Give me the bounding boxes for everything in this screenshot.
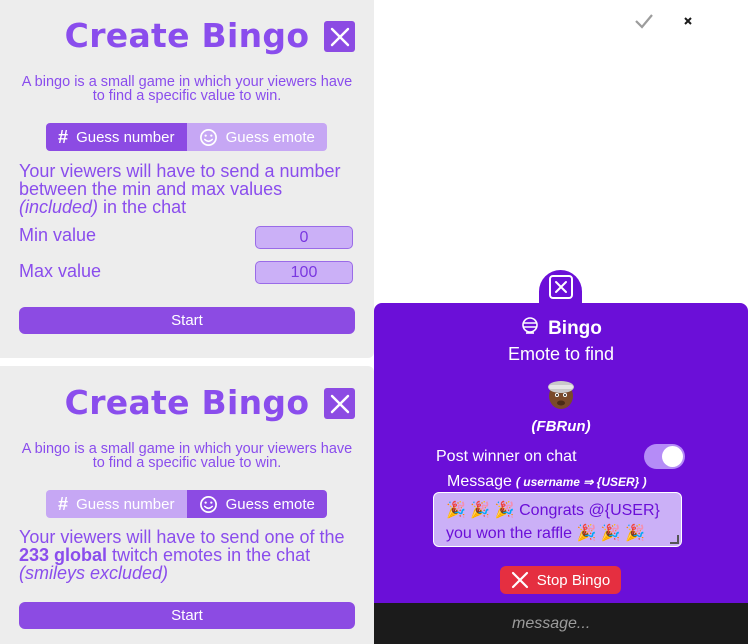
toggle-knob <box>662 446 683 467</box>
mode-tabs: # Guess number Guess emote <box>46 490 327 518</box>
party-emotes: 🎉 🎉 🎉 <box>446 502 520 519</box>
tab-guess-number[interactable]: # Guess number <box>46 490 187 518</box>
stop-bingo-button[interactable]: Stop Bingo <box>500 566 621 594</box>
tab-label: Guess emote <box>225 495 315 513</box>
close-icon <box>511 571 528 589</box>
min-value-label: Min value <box>19 225 97 245</box>
widget-subtitle: Emote to find <box>507 344 615 364</box>
min-value-input[interactable] <box>255 226 353 249</box>
smiley-icon <box>199 128 218 147</box>
chat-message-input[interactable] <box>510 612 634 636</box>
message-textarea[interactable]: 🎉 🎉 🎉 Congrats @{USER} you won the raffl… <box>433 492 682 547</box>
start-button[interactable]: Start <box>19 602 355 629</box>
tab-guess-number[interactable]: # Guess number <box>46 123 187 151</box>
widget-close-button[interactable] <box>548 275 573 299</box>
bingo-icon[interactable] <box>700 11 720 31</box>
info-text: Your viewers will have to send a number … <box>19 161 341 217</box>
info-text: Your viewers will have to send one of th… <box>19 527 345 583</box>
ticket-icon[interactable] <box>677 11 699 31</box>
max-value-label: Max value <box>19 261 102 281</box>
post-winner-toggle[interactable] <box>644 444 685 469</box>
party-emotes: 🎉 🎉 🎉 <box>572 525 646 542</box>
edit-icon[interactable] <box>413 11 433 31</box>
check-icon[interactable] <box>634 11 654 31</box>
emote-name: (FBRun) <box>531 418 591 435</box>
widget-title: Bingo <box>374 316 748 342</box>
bell-icon[interactable] <box>473 11 493 31</box>
max-value-input[interactable] <box>255 261 353 284</box>
post-winner-label: Post winner on chat <box>436 448 577 465</box>
start-button[interactable]: Start <box>19 307 355 334</box>
mode-tabs: # Guess number Guess emote <box>46 123 327 151</box>
tab-guess-emote[interactable]: Guess emote <box>186 123 327 151</box>
description: A bingo is a small game in which your vi… <box>21 441 353 471</box>
message-label: Message( username ⇒ {USER} ) <box>447 473 647 490</box>
close-icon <box>330 27 349 46</box>
close-icon <box>330 394 349 413</box>
description: A bingo is a small game in which your vi… <box>21 74 353 104</box>
tab-guess-emote[interactable]: Guess emote <box>186 490 327 518</box>
smiley-icon <box>199 495 218 514</box>
bingo-icon <box>520 316 540 342</box>
panel-title: Create Bingo <box>64 383 310 422</box>
emote-fbrun-image <box>548 381 574 409</box>
tab-label: Guess number <box>76 128 175 146</box>
tab-label: Guess emote <box>225 128 315 146</box>
create-bingo-panel-number: Create Bingo A bingo is a small game in … <box>0 0 374 358</box>
smiley-icon[interactable] <box>656 11 676 31</box>
widget-title-text: Bingo <box>548 318 602 339</box>
gear-icon[interactable] <box>383 11 403 31</box>
close-icon <box>554 281 567 293</box>
user-icon[interactable] <box>443 11 463 31</box>
stop-bingo-label: Stop Bingo <box>536 571 611 589</box>
create-bingo-panel-emote: Create Bingo A bingo is a small game in … <box>0 366 374 644</box>
tab-label: Guess number <box>76 495 175 513</box>
panel-title: Create Bingo <box>64 16 310 55</box>
hash-icon: # <box>58 126 69 147</box>
hash-icon: # <box>58 493 69 514</box>
close-button[interactable] <box>324 21 355 52</box>
message-hint: ( username ⇒ {USER} ) <box>515 475 647 489</box>
close-button[interactable] <box>324 388 355 419</box>
bug-icon[interactable] <box>722 11 742 31</box>
resize-handle[interactable] <box>670 535 679 544</box>
